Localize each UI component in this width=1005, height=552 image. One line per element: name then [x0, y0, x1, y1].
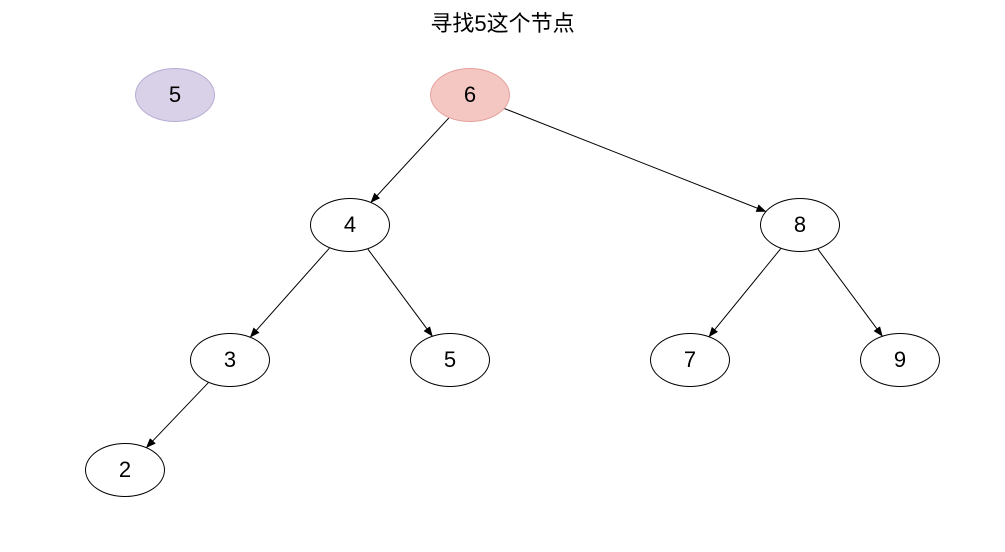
node-label: 9 — [894, 347, 906, 373]
tree-node-4: 4 — [310, 198, 390, 252]
tree-node-9: 9 — [860, 333, 940, 387]
edge-n6-n4 — [371, 118, 449, 202]
node-label: 6 — [464, 82, 476, 108]
edge-n4-n3 — [251, 248, 330, 337]
edge-n4-n5 — [368, 249, 432, 336]
tree-node-6: 6 — [430, 68, 510, 122]
edge-n6-n8 — [505, 109, 766, 212]
tree-node-2: 2 — [85, 443, 165, 497]
node-label: 5 — [444, 347, 456, 373]
tree-node-3: 3 — [190, 333, 270, 387]
edge-n8-n7 — [709, 249, 780, 337]
node-label: 8 — [794, 212, 806, 238]
edge-n3-n2 — [147, 383, 209, 448]
edge-n8-n9 — [818, 249, 882, 336]
node-label: 7 — [684, 347, 696, 373]
target-node: 5 — [135, 68, 215, 122]
node-label: 4 — [344, 212, 356, 238]
tree-node-5: 5 — [410, 333, 490, 387]
node-label: 2 — [119, 457, 131, 483]
tree-node-7: 7 — [650, 333, 730, 387]
tree-node-8: 8 — [760, 198, 840, 252]
node-label: 5 — [169, 82, 181, 108]
node-label: 3 — [224, 347, 236, 373]
